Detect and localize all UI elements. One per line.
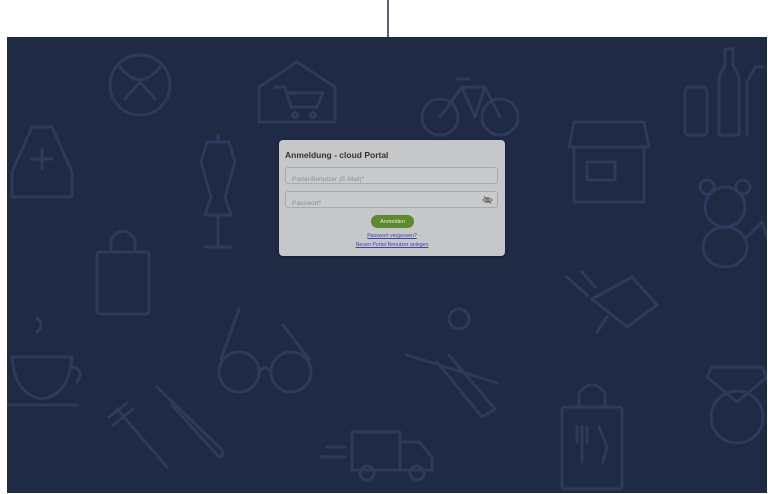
dress-form-icon [199, 133, 237, 249]
diamond-ring-icon [705, 365, 767, 445]
login-dialog: Anmeldung - cloud Portal Anmelden Passwo… [279, 140, 505, 256]
bicycle-icon [420, 77, 520, 137]
background-pattern [7, 47, 767, 491]
pretzel-icon [108, 53, 172, 117]
email-field[interactable] [285, 167, 498, 187]
bottles-icon [683, 47, 764, 137]
email-input[interactable] [286, 172, 497, 187]
password-field[interactable] [285, 191, 498, 211]
coffee-cup-icon [7, 316, 82, 407]
wrench-hand-icon [565, 270, 659, 334]
screen: Anmeldung - cloud Portal Anmelden Passwo… [0, 0, 768, 494]
shop-basket-icon [257, 60, 337, 124]
market-stall-icon [567, 120, 651, 204]
restaurant-bag-icon [560, 383, 624, 491]
password-input[interactable] [286, 196, 497, 211]
create-user-link[interactable]: Neuen Portal-Benutzer anlegen [279, 242, 505, 248]
comb-scissors-icon [405, 307, 499, 419]
shopping-bag-icon [95, 229, 151, 316]
eye-off-icon[interactable] [482, 195, 493, 205]
delivery-truck-icon [319, 430, 434, 482]
forgot-password-link[interactable]: Passwort vergessen? [279, 233, 505, 239]
login-page-background: Anmeldung - cloud Portal Anmelden Passwo… [7, 37, 767, 493]
cutlery-icon [107, 385, 225, 469]
pharmacy-icon [10, 125, 74, 199]
teddy-bear-icon [698, 178, 767, 269]
glasses-icon [217, 307, 313, 394]
dialog-title: Anmeldung - cloud Portal [285, 150, 389, 160]
login-button[interactable]: Anmelden [371, 215, 414, 228]
